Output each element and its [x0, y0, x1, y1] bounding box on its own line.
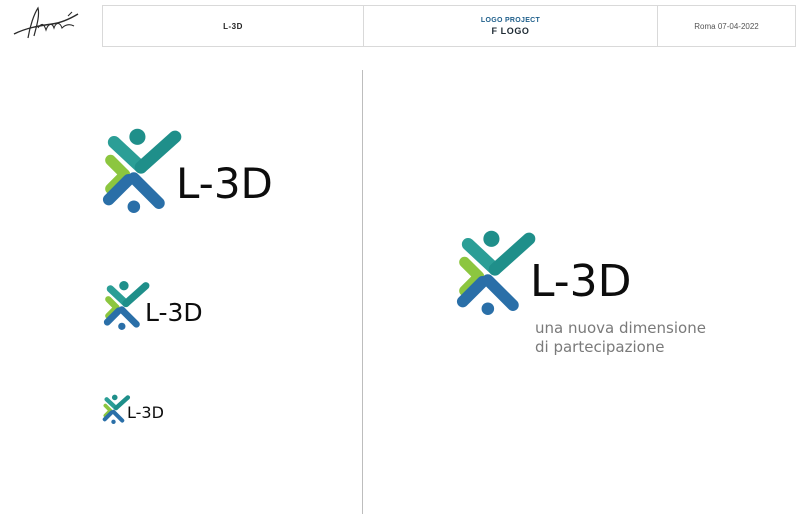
logo-mark-icon: [101, 278, 151, 332]
section-heading: LOGO PROJECT F LOGO: [364, 6, 658, 46]
logo-large: L-3D: [98, 124, 273, 216]
title-block: L-3D LOGO PROJECT F LOGO Roma 07-04-2022: [102, 5, 796, 47]
vertical-divider: [362, 70, 363, 514]
location-date: Roma 07-04-2022: [694, 21, 759, 31]
logo-mark-icon: [98, 124, 184, 216]
signature-icon: [13, 6, 79, 39]
logo-wordmark: L-3D: [176, 159, 273, 208]
section-title: F LOGO: [491, 25, 530, 36]
project-name: L-3D: [103, 6, 364, 46]
logo-with-tagline: L-3D: [452, 226, 632, 318]
logo-small: L-3D: [101, 393, 164, 425]
logo-tagline: una nuova dimensione di partecipazione: [535, 319, 706, 357]
logo-wordmark: L-3D: [127, 403, 164, 422]
logo-mark-icon: [452, 226, 538, 318]
logo-wordmark: L-3D: [145, 297, 203, 327]
tagline-line-1: una nuova dimensione: [535, 319, 706, 337]
logo-wordmark: L-3D: [530, 256, 632, 307]
section-label: LOGO PROJECT: [480, 16, 541, 24]
logo-medium: L-3D: [101, 278, 203, 332]
tagline-line-2: di partecipazione: [535, 338, 665, 356]
